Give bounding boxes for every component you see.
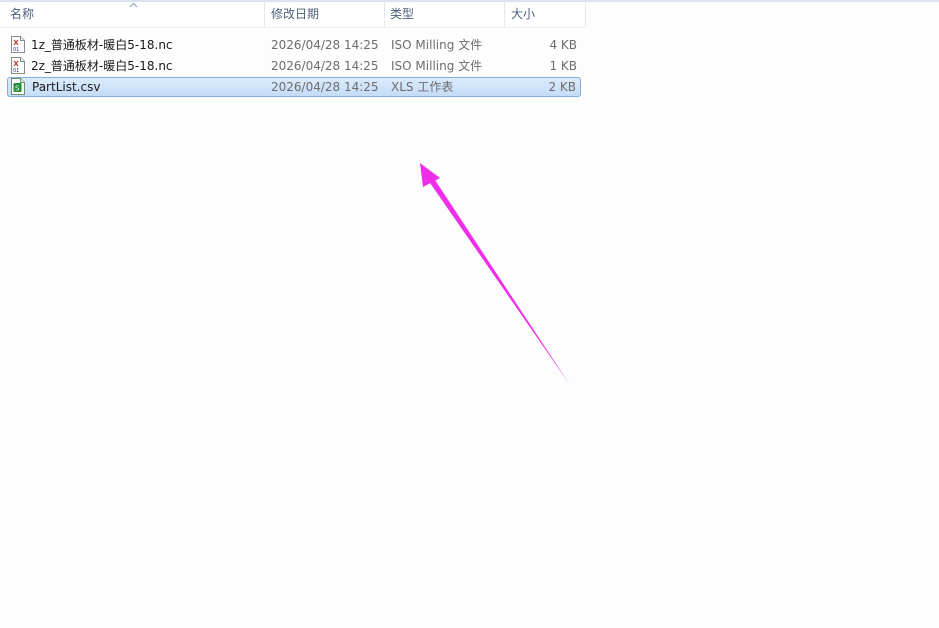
file-modified: 2026/04/28 14:25 [271, 80, 379, 94]
file-type: XLS 工作表 [391, 80, 454, 94]
file-modified: 2026/04/28 14:25 [271, 38, 379, 52]
file-size: 1 KB [549, 59, 577, 73]
file-modified: 2026/04/28 14:25 [271, 59, 379, 73]
svg-text:01: 01 [13, 68, 19, 74]
nc-file-icon: 01 [11, 57, 25, 74]
file-row-3-selected[interactable]: S PartList.csv 2026/04/28 14:25 XLS 工作表 … [7, 77, 581, 97]
annotation-arrow-head [420, 163, 440, 187]
file-row-2[interactable]: 01 2z_普通板材-暖白5-18.nc 2026/04/28 14:25 IS… [7, 56, 581, 76]
file-name: 1z_普通板材-暖白5-18.nc [31, 38, 173, 52]
column-separator[interactable] [585, 2, 586, 27]
file-name: PartList.csv [32, 80, 101, 94]
file-type: ISO Milling 文件 [391, 59, 483, 73]
file-row-1[interactable]: 01 1z_普通板材-暖白5-18.nc 2026/04/28 14:25 IS… [7, 35, 581, 55]
column-separator[interactable] [384, 2, 385, 27]
column-separator[interactable] [504, 2, 505, 27]
annotation-arrow-shaft [428, 177, 570, 385]
column-header-type[interactable]: 类型 [386, 2, 504, 27]
column-header-size[interactable]: 大小 [507, 2, 585, 27]
nc-file-icon: 01 [11, 36, 25, 53]
column-header-bar: 名称 修改日期 类型 大小 [0, 2, 586, 28]
file-size: 2 KB [548, 80, 576, 94]
svg-text:S: S [15, 85, 20, 93]
file-name: 2z_普通板材-暖白5-18.nc [31, 59, 173, 73]
file-type: ISO Milling 文件 [391, 38, 483, 52]
column-header-modified[interactable]: 修改日期 [267, 2, 384, 27]
column-separator[interactable] [264, 2, 265, 27]
csv-file-icon: S [11, 78, 25, 95]
file-explorer-pane: 名称 修改日期 类型 大小 01 1z_普通板材-暖白5-18.nc 2026/… [0, 0, 939, 628]
file-size: 4 KB [549, 38, 577, 52]
svg-text:01: 01 [13, 47, 19, 53]
sort-ascending-icon [129, 2, 138, 8]
